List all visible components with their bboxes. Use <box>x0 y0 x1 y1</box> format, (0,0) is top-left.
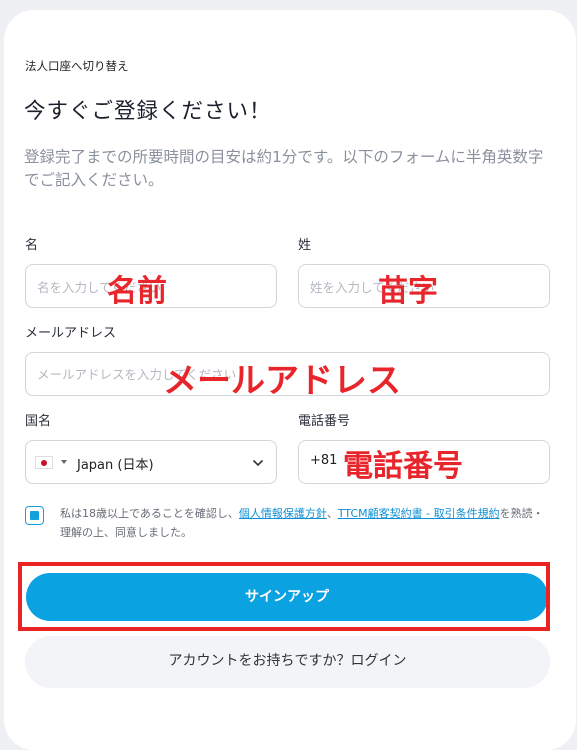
page-description: 登録完了までの所要時間の目安は約1分です。以下のフォームに半角英数字でご記入くだ… <box>24 148 544 189</box>
consent-checkbox[interactable] <box>25 506 44 525</box>
flag-caret-icon <box>61 460 67 464</box>
first-name-annotation: 名前 <box>107 274 167 309</box>
login-button[interactable]: アカウントをお持ちですか？ログイン <box>25 636 550 688</box>
first-name-label: 名 <box>25 238 39 253</box>
signup-highlight-box <box>18 562 550 631</box>
phone-annotation: 電話番号 <box>343 449 463 484</box>
phone-label: 電話番号 <box>298 414 351 429</box>
country-value: Japan (日本) <box>77 458 154 473</box>
last-name-label: 姓 <box>298 238 312 253</box>
consent-separator: 、 <box>326 507 338 520</box>
japan-flag-icon <box>35 456 53 469</box>
chevron-down-icon <box>252 459 264 467</box>
phone-prefix: +81 <box>310 453 338 468</box>
customer-agreement-link[interactable]: TTCM顧客契約書 - 取引条件規約 <box>338 507 500 520</box>
last-name-annotation: 苗字 <box>378 274 438 309</box>
email-label: メールアドレス <box>25 326 117 341</box>
email-annotation: メールアドレス <box>163 361 401 401</box>
consent-text: 私は18歳以上であることを確認し、個人情報保護方針、TTCM顧客契約書 - 取引… <box>60 504 550 542</box>
country-select[interactable]: Japan (日本) <box>25 440 277 484</box>
country-label: 国名 <box>25 414 52 429</box>
switch-to-corporate-link[interactable]: 法人口座へ切り替え <box>25 58 129 74</box>
consent-text-before: 私は18歳以上であることを確認し、 <box>60 507 239 520</box>
privacy-policy-link[interactable]: 個人情報保護方針 <box>239 507 327 520</box>
page-title: 今すぐご登録ください！ <box>24 99 272 124</box>
